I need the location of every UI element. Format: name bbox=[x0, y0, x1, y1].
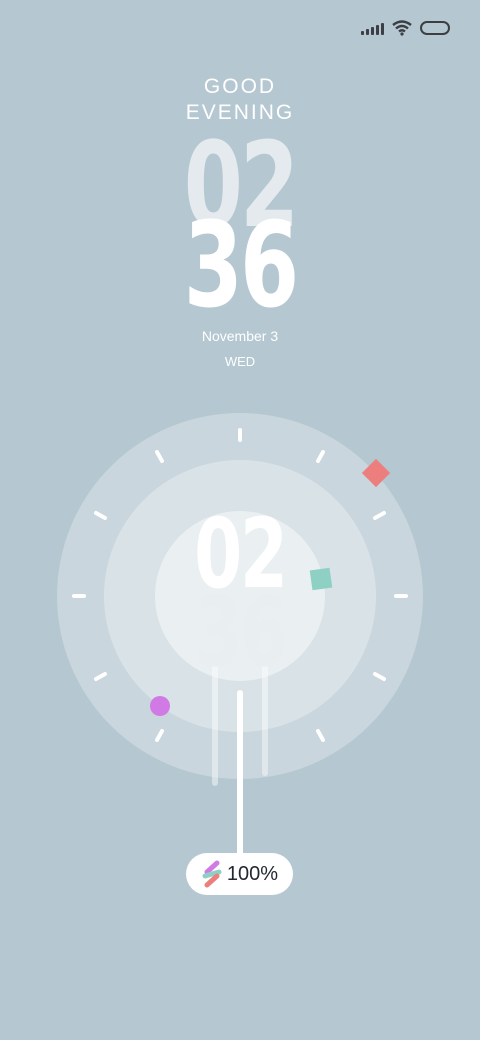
bolt-icon bbox=[202, 860, 222, 888]
battery-percent: 100% bbox=[226, 862, 279, 885]
battery-stem bbox=[237, 690, 243, 856]
dial-minute: 36 bbox=[194, 576, 288, 688]
battery-indicator: 100% bbox=[186, 853, 293, 895]
dot-marker bbox=[150, 696, 170, 716]
